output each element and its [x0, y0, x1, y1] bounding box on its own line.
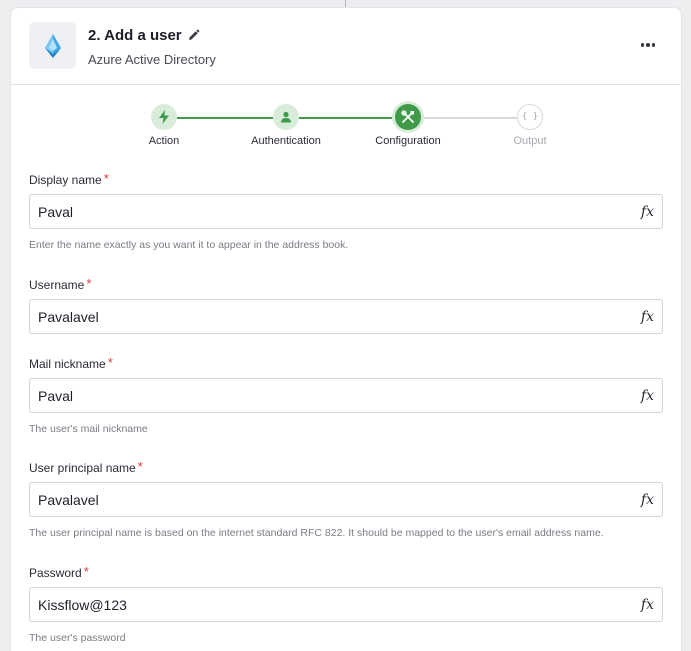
field-label-text: Password	[29, 566, 82, 580]
required-marker: *	[86, 276, 92, 291]
braces-icon: { }	[517, 104, 543, 130]
step-output[interactable]: { } Output	[480, 104, 580, 147]
more-dots-icon	[640, 43, 645, 47]
required-marker: *	[103, 171, 109, 186]
more-options-button[interactable]	[637, 36, 659, 54]
bolt-icon	[151, 104, 177, 130]
input-value: Paval	[38, 387, 74, 404]
field-label: Password *	[29, 564, 663, 580]
required-marker: *	[107, 355, 113, 370]
field-label: Username *	[29, 276, 663, 292]
pencil-icon[interactable]	[187, 29, 200, 42]
user-principal-name-field: User principal name * Pavalavel fx The u…	[29, 459, 663, 539]
password-input[interactable]: Kissflow@123 fx	[29, 587, 663, 622]
input-value: Pavalavel	[38, 308, 99, 325]
username-field: Username * Pavalavel fx	[29, 276, 663, 334]
step-config-card: 2. Add a user Azure Active Directory Act…	[10, 7, 682, 651]
fx-icon[interactable]: fx	[641, 309, 654, 325]
step-label: Configuration	[375, 135, 441, 147]
helper-text: The user's mail nickname	[29, 423, 148, 435]
step-title-text: 2. Add a user	[88, 27, 182, 44]
field-label-text: User principal name	[29, 461, 136, 475]
display-name-field: Display name * Paval fx Enter the name e…	[29, 171, 663, 251]
step-title: 2. Add a user	[88, 27, 200, 44]
user-principal-name-input[interactable]: Pavalavel fx	[29, 482, 663, 517]
helper-text: The user's password	[29, 632, 126, 644]
field-label: Display name *	[29, 171, 663, 187]
azure-ad-icon	[29, 22, 76, 69]
card-header: 2. Add a user Azure Active Directory	[11, 8, 681, 85]
helper-text: The user principal name is based on the …	[29, 527, 604, 539]
user-icon	[273, 104, 299, 130]
fx-icon[interactable]: fx	[641, 492, 654, 508]
input-value: Kissflow@123	[38, 596, 127, 613]
step-configuration[interactable]: Configuration	[358, 104, 458, 147]
mail-nickname-field: Mail nickname * Paval fx The user's mail…	[29, 355, 663, 435]
display-name-input[interactable]: Paval fx	[29, 194, 663, 229]
step-action[interactable]: Action	[114, 104, 214, 147]
helper-text: Enter the name exactly as you want it to…	[29, 239, 349, 251]
mail-nickname-input[interactable]: Paval fx	[29, 378, 663, 413]
field-label: Mail nickname *	[29, 355, 663, 371]
input-value: Paval	[38, 203, 74, 220]
step-label: Action	[148, 135, 180, 147]
fx-icon[interactable]: fx	[641, 204, 654, 220]
password-field: Password * Kissflow@123 fx The user's pa…	[29, 564, 663, 644]
username-input[interactable]: Pavalavel fx	[29, 299, 663, 334]
fx-icon[interactable]: fx	[641, 597, 654, 613]
step-label: Authentication	[251, 135, 321, 147]
field-label-text: Mail nickname	[29, 357, 106, 371]
required-marker: *	[137, 459, 143, 474]
step-authentication[interactable]: Authentication	[236, 104, 336, 147]
required-marker: *	[83, 564, 89, 579]
field-label-text: Display name	[29, 173, 102, 187]
progress-stepper: Action Authentication Configuration {} …	[11, 104, 683, 154]
field-label: User principal name *	[29, 459, 663, 475]
step-label: Output	[513, 135, 547, 147]
input-value: Pavalavel	[38, 491, 99, 508]
tools-icon	[395, 104, 421, 130]
app-name: Azure Active Directory	[88, 52, 216, 67]
field-label-text: Username	[29, 278, 85, 292]
fx-icon[interactable]: fx	[641, 388, 654, 404]
